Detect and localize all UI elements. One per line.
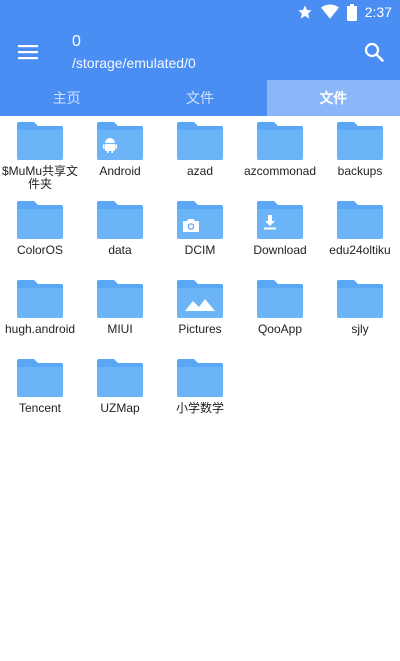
folder-icon [257, 280, 303, 318]
folder-name: azad [186, 165, 214, 178]
folder-thumbnail [17, 201, 63, 239]
folder-thumbnail [257, 201, 303, 239]
folder-thumbnail [177, 359, 223, 397]
folder-thumbnail [97, 359, 143, 397]
battery-icon [346, 3, 357, 21]
folder-name: Android [99, 165, 141, 178]
folder-name: backups [337, 165, 383, 178]
page-title: 0 [72, 33, 81, 50]
folder-thumbnail [17, 359, 63, 397]
tab-files[interactable]: 文件 [133, 80, 266, 116]
folder-icon [337, 280, 383, 318]
folder-name: azcommonad [243, 165, 317, 178]
folder-icon [257, 122, 303, 160]
folder-thumbnail [97, 122, 143, 160]
star-icon [298, 5, 312, 19]
folder-icon [17, 122, 63, 160]
folder-thumbnail [177, 122, 223, 160]
image-icon [185, 299, 215, 311]
wifi-icon [320, 4, 339, 19]
folder-thumbnail [97, 280, 143, 318]
folder-thumbnail [97, 201, 143, 239]
folder-thumbnail [337, 122, 383, 160]
folder-icon [97, 359, 143, 397]
folder-icon [17, 280, 63, 318]
folder-icon [337, 122, 383, 160]
folder-thumbnail [17, 122, 63, 160]
folder-item[interactable]: data [80, 199, 160, 270]
folder-name: 小学数学 [175, 402, 224, 415]
folder-icon [177, 122, 223, 160]
status-bar: 2:37 [0, 0, 400, 24]
folder-name: DCIM [184, 244, 216, 257]
folder-item[interactable]: backups [320, 120, 400, 191]
folder-name: data [108, 244, 132, 257]
folder-name: Download [253, 244, 307, 257]
folder-name: Pictures [178, 323, 222, 336]
search-button[interactable] [360, 38, 388, 66]
tab-files-active[interactable]: 文件 [266, 80, 400, 116]
folder-thumbnail [177, 280, 223, 318]
folder-icon [17, 359, 63, 397]
folder-name: UZMap [100, 402, 140, 415]
folder-name: edu24oltiku [329, 244, 391, 257]
folder-thumbnail [337, 280, 383, 318]
folder-name: Tencent [18, 402, 62, 415]
folder-item[interactable]: edu24oltiku [320, 199, 400, 270]
folder-item[interactable]: Tencent [0, 357, 80, 428]
folder-item[interactable]: ColorOS [0, 199, 80, 270]
folder-name: QooApp [257, 323, 303, 336]
folder-name: sjly [351, 323, 369, 336]
folder-item[interactable]: 小学数学 [160, 357, 240, 428]
folder-item[interactable]: Android [80, 120, 160, 191]
tab-home[interactable]: 主页 [0, 80, 133, 116]
folder-item[interactable]: Download [240, 199, 320, 270]
menu-button[interactable] [14, 38, 42, 66]
folder-icon [177, 359, 223, 397]
camera-icon [183, 219, 199, 232]
folder-grid: $MuMu共享文件夹 Android azad azcommonad backups Co… [0, 120, 400, 428]
folder-thumbnail [177, 201, 223, 239]
folder-icon [337, 201, 383, 239]
folder-name: $MuMu共享文件夹 [1, 165, 78, 191]
folder-item[interactable]: hugh.android [0, 278, 80, 349]
folder-item[interactable]: azcommonad [240, 120, 320, 191]
folder-item[interactable]: sjly [320, 278, 400, 349]
folder-name: MIUI [107, 323, 133, 336]
folder-thumbnail [337, 201, 383, 239]
status-time: 2:37 [364, 4, 392, 20]
folder-thumbnail [257, 280, 303, 318]
folder-item[interactable]: Pictures [160, 278, 240, 349]
app-bar: 0 /storage/emulated/0 [0, 24, 400, 80]
search-icon [364, 42, 384, 62]
folder-item[interactable]: DCIM [160, 199, 240, 270]
tab-bar: 主页 文件 文件 [0, 80, 400, 116]
folder-thumbnail [257, 122, 303, 160]
folder-icon [17, 201, 63, 239]
current-path: /storage/emulated/0 [72, 55, 196, 71]
folder-icon [97, 280, 143, 318]
download-icon [264, 215, 276, 230]
folder-item[interactable]: $MuMu共享文件夹 [0, 120, 80, 191]
folder-item[interactable]: QooApp [240, 278, 320, 349]
folder-icon [97, 201, 143, 239]
folder-name: ColorOS [16, 244, 63, 257]
hamburger-menu-icon [18, 45, 38, 60]
folder-item[interactable]: MIUI [80, 278, 160, 349]
folder-name: hugh.android [4, 323, 76, 336]
folder-thumbnail [17, 280, 63, 318]
android-icon [103, 138, 117, 153]
folder-item[interactable]: azad [160, 120, 240, 191]
folder-item[interactable]: UZMap [80, 357, 160, 428]
